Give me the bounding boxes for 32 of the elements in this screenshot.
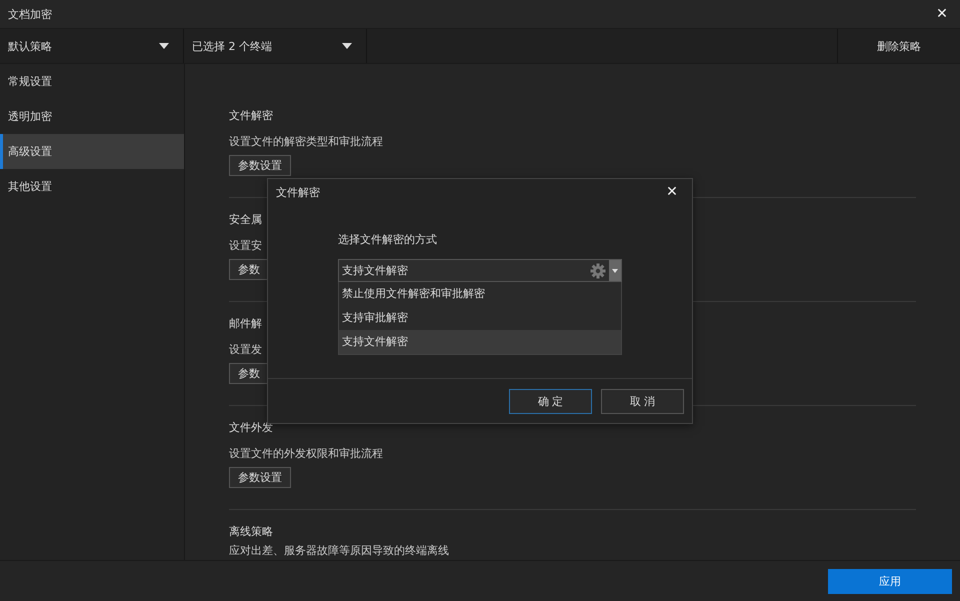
apply-button[interactable]: 应用 [828,568,952,594]
settings-button[interactable]: 参数设置 [229,467,291,488]
section-description: 设置文件的外发权限和审批流程 [229,446,383,462]
dropdown-option[interactable]: 支持审批解密 [339,306,621,330]
mode-combobox[interactable]: 支持文件解密 [338,259,622,282]
dialog-title: 文件解密 [276,184,320,200]
sidebar-item[interactable]: 高级设置 [0,134,184,169]
close-button[interactable]: ✕ [932,4,952,24]
sidebar-item[interactable]: 常规设置 [0,64,184,99]
ok-button[interactable]: 确 定 [509,388,592,414]
section-title: 文件解密 [229,108,273,124]
section-description: 设置文件的解密类型和审批流程 [229,134,383,150]
cancel-button[interactable]: 取 消 [601,388,684,414]
section-description: 设置安 [229,238,262,254]
close-button[interactable]: ✕ [662,182,682,202]
caret-icon [342,43,352,49]
section-description: 应对出差、服务器故障等原因导致的终端离线 [229,544,449,558]
dropdown-button[interactable] [609,260,621,281]
section-description: 设置发 [229,342,262,358]
settings-button[interactable]: 参数设置 [229,155,291,176]
section-title: 离线策略 [229,524,273,540]
dropdown-option[interactable]: 支持文件解密 [339,330,621,354]
window-title: 文档加密 [8,6,52,22]
section-title: 安全属 [229,212,262,228]
dropdown-option[interactable]: 禁止使用文件解密和审批解密 [339,282,621,306]
sidebar-item[interactable]: 透明加密 [0,99,184,134]
prompt-label: 选择文件解密的方式 [338,232,438,248]
caret-icon [159,43,169,49]
caret-icon [612,268,618,272]
section-title: 邮件解 [229,316,262,332]
sidebar-item[interactable]: 其他设置 [0,169,184,204]
gear-icon[interactable] [590,262,606,278]
